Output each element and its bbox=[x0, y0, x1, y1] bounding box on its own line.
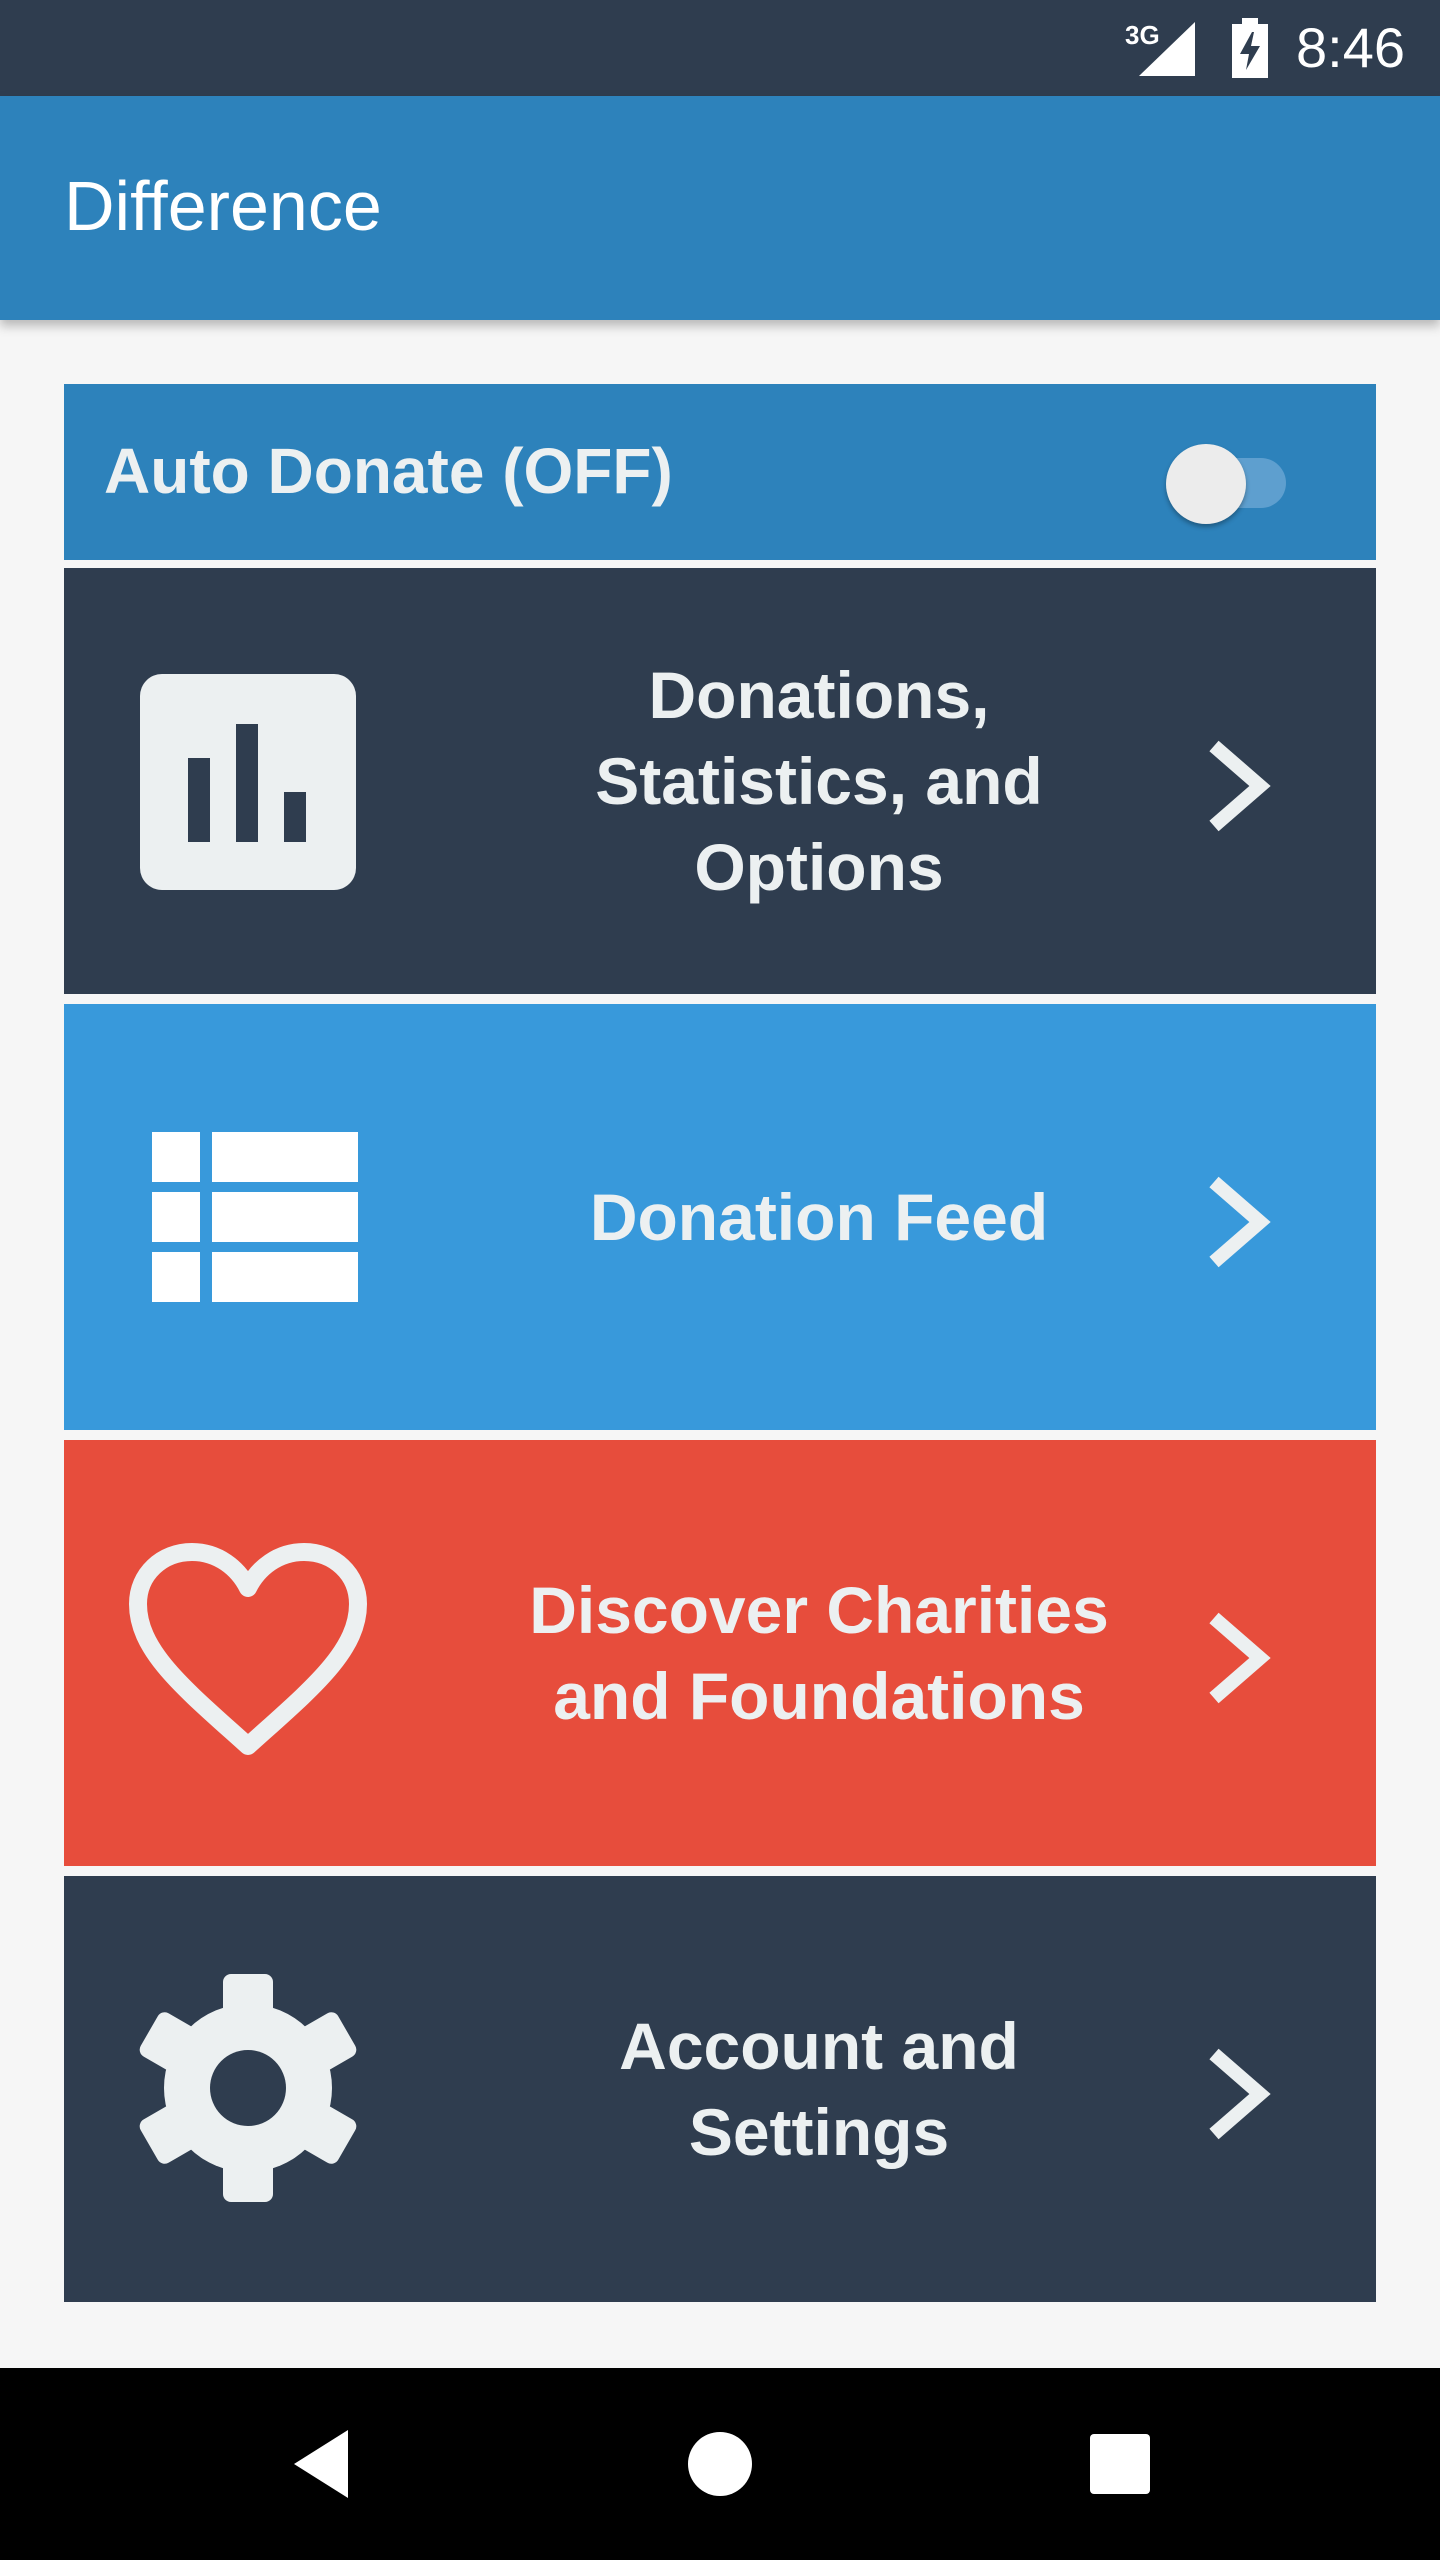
heart-icon bbox=[129, 1543, 367, 1755]
auto-donate-switch[interactable] bbox=[1160, 430, 1300, 524]
card-label: Donation Feed bbox=[589, 1180, 1049, 1254]
card-label: Donations, Statistics, and Options bbox=[595, 658, 1043, 904]
navigation-bar bbox=[0, 2368, 1440, 2560]
chevron-right-icon bbox=[1209, 2048, 1271, 2140]
home-icon[interactable] bbox=[680, 2424, 760, 2504]
chevron-right-icon bbox=[1209, 1612, 1271, 1704]
donations-statistics-options-button[interactable]: Donations, Statistics, and Options bbox=[64, 568, 1376, 994]
list-icon bbox=[152, 1132, 358, 1302]
signal-icon bbox=[1139, 22, 1195, 76]
card-label: Discover Charities and Foundations bbox=[529, 1573, 1109, 1733]
chevron-right-icon bbox=[1209, 740, 1271, 832]
card-label: Account and Settings bbox=[619, 2009, 1019, 2169]
donation-feed-button[interactable]: Donation Feed bbox=[64, 1004, 1376, 1430]
status-bar: 3G 8:46 bbox=[0, 0, 1440, 96]
app-title: Difference bbox=[64, 167, 382, 245]
gear-icon bbox=[139, 1974, 357, 2202]
discover-charities-button[interactable]: Discover Charities and Foundations bbox=[64, 1440, 1376, 1866]
recent-apps-icon[interactable] bbox=[1080, 2424, 1160, 2504]
bar-chart-icon bbox=[140, 674, 356, 890]
switch-thumb bbox=[1166, 444, 1246, 524]
clock: 8:46 bbox=[1296, 16, 1405, 79]
account-settings-button[interactable]: Account and Settings bbox=[64, 1876, 1376, 2302]
back-icon[interactable] bbox=[282, 2424, 362, 2504]
battery-charging-icon bbox=[1232, 18, 1268, 78]
chevron-right-icon bbox=[1209, 1176, 1271, 1268]
auto-donate-label: Auto Donate (OFF) bbox=[104, 435, 673, 507]
auto-donate-row: Auto Donate (OFF) bbox=[64, 384, 1376, 560]
screen: 3G 8:46 Difference Auto Donate (OFF) Don… bbox=[0, 0, 1440, 2560]
app-bar: Difference bbox=[0, 96, 1440, 320]
